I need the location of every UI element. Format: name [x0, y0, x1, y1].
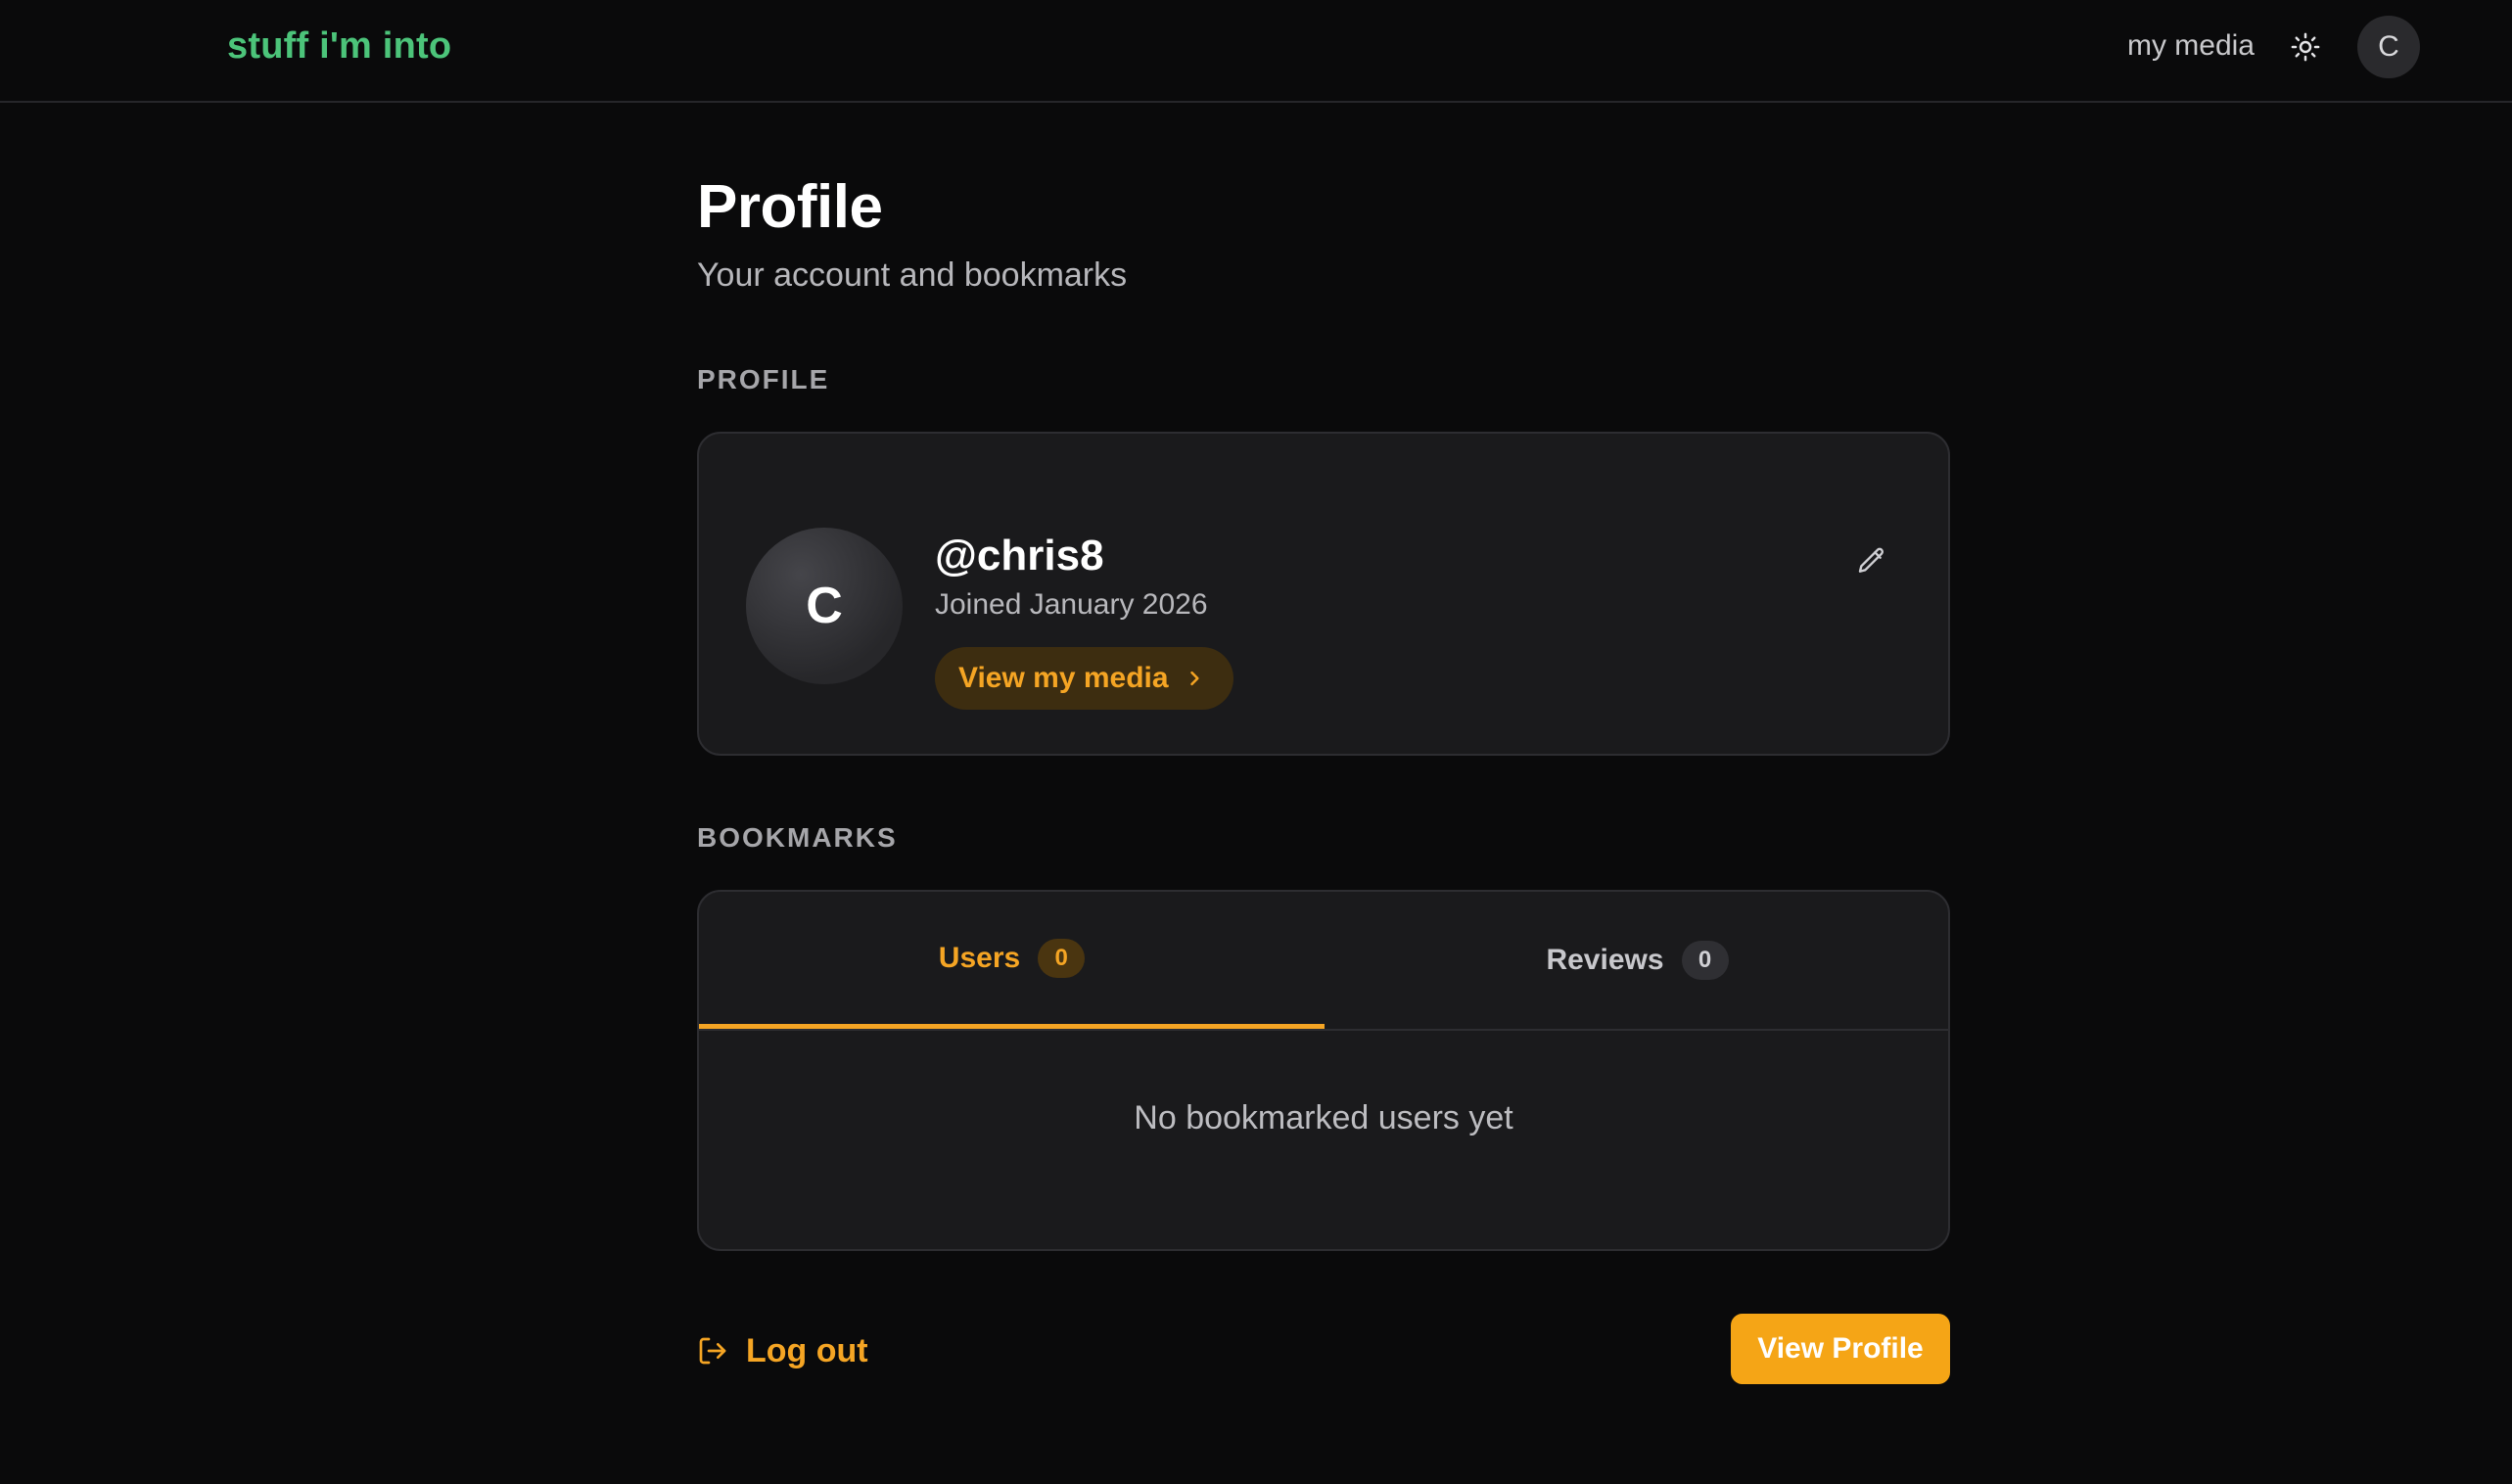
chevron-right-icon — [1189, 671, 1199, 686]
profile-avatar: C — [746, 528, 903, 684]
theme-toggle-button[interactable] — [2286, 27, 2325, 67]
top-nav-bar: stuff i'm into my media C — [0, 0, 2512, 103]
bookmarks-section-label: BOOKMARKS — [697, 822, 898, 853]
view-my-media-button[interactable]: View my media — [935, 647, 1233, 710]
page-title: Profile — [697, 173, 883, 241]
sun-icon — [2291, 32, 2320, 62]
brand-logo-link[interactable]: stuff i'm into — [227, 25, 451, 68]
view-profile-button[interactable]: View Profile — [1731, 1314, 1950, 1384]
tab-reviews[interactable]: Reviews 0 — [1325, 892, 1950, 1029]
tab-reviews-count-badge: 0 — [1681, 941, 1729, 980]
log-out-label: Log out — [746, 1331, 868, 1369]
bookmarks-tabs: Users 0 Reviews 0 — [699, 892, 1948, 1031]
bookmarks-empty-message: No bookmarked users yet — [1134, 1099, 1513, 1136]
page-subtitle: Your account and bookmarks — [697, 256, 1128, 294]
profile-card: C @chris8 Joined January 2026 View my me… — [697, 432, 1950, 756]
profile-section-label: PROFILE — [697, 364, 830, 394]
profile-joined-date: Joined January 2026 — [935, 588, 1208, 621]
profile-username: @chris8 — [935, 532, 1104, 580]
tab-users-count-badge: 0 — [1038, 938, 1086, 978]
tab-reviews-label: Reviews — [1546, 944, 1664, 976]
log-out-button[interactable]: Log out — [697, 1327, 868, 1374]
pencil-icon — [1858, 547, 1884, 573]
bookmarks-card: Users 0 Reviews 0 No bookmarked users ye… — [697, 890, 1950, 1251]
log-out-icon — [699, 1337, 726, 1365]
my-media-nav-link[interactable]: my media — [2127, 29, 2255, 63]
view-my-media-label: View my media — [958, 662, 1169, 694]
tab-users-label: Users — [938, 941, 1021, 974]
tab-users[interactable]: Users 0 — [699, 892, 1325, 1029]
edit-profile-button[interactable] — [1852, 541, 1891, 580]
user-avatar-button[interactable]: C — [2357, 16, 2420, 78]
